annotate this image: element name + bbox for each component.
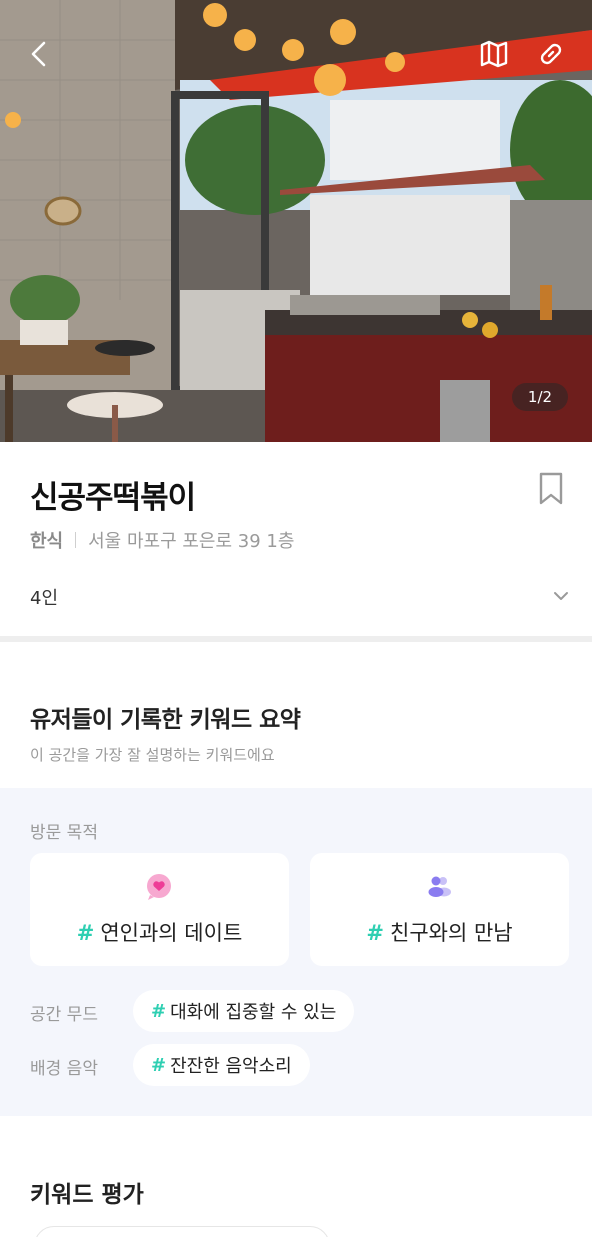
bookmark-icon[interactable] <box>534 470 568 508</box>
section-divider <box>0 636 592 642</box>
space-mood-label: 공간 무드 <box>30 1005 98 1025</box>
purpose-label: 친구와의 만남 <box>390 921 513 945</box>
purpose-text: # 친구와의 만남 <box>310 917 569 947</box>
place-address: 서울 마포구 포은로 39 1층 <box>88 531 295 552</box>
background-music-chip: # 잔잔한 음악소리 <box>133 1044 310 1086</box>
chevron-left-icon <box>31 41 46 67</box>
purpose-label: 연인과의 데이트 <box>100 921 243 945</box>
place-category: 한식 <box>30 531 64 552</box>
map-icon <box>480 40 508 68</box>
purpose-card-date: # 연인과의 데이트 <box>30 853 289 966</box>
hash-mark: # <box>366 921 384 945</box>
restaurant-photo[interactable]: 1/2 <box>0 0 592 442</box>
heart-bubble-icon <box>147 874 171 900</box>
hash-mark: # <box>76 921 95 945</box>
hash-mark: # <box>151 1054 167 1076</box>
purpose-text: # 연인과의 데이트 <box>30 917 289 947</box>
visit-purpose-label: 방문 목적 <box>30 823 98 843</box>
place-name: 신공주떡볶이 <box>30 480 196 516</box>
purpose-card-friends: # 친구와의 만남 <box>310 853 569 966</box>
keyword-rating-card[interactable] <box>34 1226 330 1237</box>
party-size-value: 4인 <box>30 588 59 609</box>
chevron-down-icon <box>554 592 568 600</box>
map-button[interactable] <box>474 34 514 74</box>
music-text: 잔잔한 음악소리 <box>170 1056 292 1077</box>
background-music-label: 배경 음악 <box>30 1059 98 1079</box>
meta-divider <box>75 532 77 548</box>
hash-mark: # <box>151 1000 167 1022</box>
keyword-summary-subtitle: 이 공간을 가장 잘 설명하는 키워드에요 <box>30 746 275 764</box>
link-icon <box>540 43 562 65</box>
people-icon <box>428 876 451 897</box>
space-mood-chip: # 대화에 집중할 수 있는 <box>133 990 355 1032</box>
party-size-dropdown[interactable]: 4인 <box>0 576 592 616</box>
mood-text: 대화에 집중할 수 있는 <box>170 1002 337 1023</box>
keyword-rating-title: 키워드 평가 <box>30 1182 144 1208</box>
place-meta: 한식 서울 마포구 포은로 39 1층 <box>30 527 294 553</box>
share-link-button[interactable] <box>531 34 571 74</box>
photo-page-counter: 1/2 <box>512 383 568 411</box>
keyword-summary-title: 유저들이 기록한 키워드 요약 <box>30 707 301 733</box>
back-button[interactable] <box>18 34 58 74</box>
